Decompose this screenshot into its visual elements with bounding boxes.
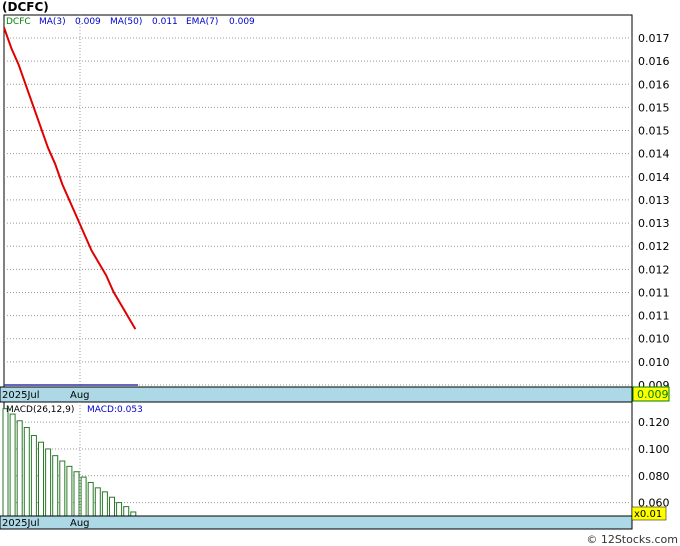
price-axis-labels: 0.017 0.016 0.016 0.015 0.015 0.014 0.014 0.013…: [638, 32, 670, 392]
macd-bar: [130, 511, 137, 517]
x-label-aug: Aug: [70, 390, 90, 401]
stock-chart: 0.017 0.016 0.016 0.015 0.015 0.014 0.014 0.013…: [0, 14, 670, 530]
macd-bar: [30, 435, 37, 517]
legend-ma50-value: 0.011: [152, 17, 178, 27]
price-tick-label: 0.017: [638, 32, 670, 45]
macd-legend-label: MACD(26,12,9): [6, 405, 74, 415]
price-tick-label: 0.015: [638, 125, 670, 138]
legend-ma50-label: MA(50): [110, 17, 142, 27]
price-tick-label: 0.011: [638, 286, 670, 299]
macd-tick-label: 0.120: [638, 416, 670, 429]
legend-ema7-value: 0.009: [229, 17, 255, 27]
macd-bar: [9, 413, 16, 517]
price-x-axis-band: [0, 386, 633, 403]
legend-ma3-value: 0.009: [75, 17, 101, 27]
legend-ema7-label: EMA(7): [186, 17, 218, 27]
price-tick-label: 0.013: [638, 217, 670, 230]
macd-bar: [59, 460, 66, 517]
macd-bar: [73, 471, 80, 517]
macd-bar: [116, 502, 123, 517]
macd-bar: [45, 448, 52, 517]
price-tick-label: 0.012: [638, 263, 670, 276]
macd-scale-value: x0.01: [634, 509, 662, 520]
macd-x-label-aug: Aug: [70, 518, 90, 529]
macd-bar: [80, 476, 87, 517]
x-label-jul: 2025Jul: [2, 390, 40, 401]
legend-ma3-label: MA(3): [39, 17, 66, 27]
macd-bar: [66, 465, 73, 517]
price-tick-label: 0.011: [638, 310, 670, 323]
macd-tick-label: 0.100: [638, 443, 670, 456]
price-tick-label: 0.015: [638, 101, 670, 114]
price-tick-label: 0.014: [638, 148, 670, 161]
macd-axis-labels: 0.1200.1000.0800.060: [638, 416, 670, 509]
current-price-value: 0.009: [637, 388, 669, 401]
price-tick-label: 0.012: [638, 240, 670, 253]
macd-bar: [38, 441, 44, 517]
macd-bar: [109, 496, 115, 517]
price-tick-label: 0.010: [638, 333, 670, 346]
macd-tick-label: 0.080: [638, 470, 670, 483]
macd-bar: [16, 420, 23, 517]
macd-x-label-jul: 2025Jul: [2, 518, 40, 529]
price-tick-label: 0.016: [638, 55, 670, 68]
price-tick-label: 0.014: [638, 171, 670, 184]
legend-ticker: DCFC: [6, 17, 31, 27]
macd-bar: [94, 487, 101, 517]
price-tick-label: 0.010: [638, 356, 670, 369]
macd-bar: [101, 491, 108, 517]
macd-x-axis-band: [0, 515, 633, 530]
macd-bar: [123, 506, 130, 517]
price-tick-label: 0.016: [638, 78, 670, 91]
macd-bar: [2, 408, 9, 517]
macd-bar: [23, 426, 30, 517]
macd-bar: [52, 455, 59, 517]
macd-bar: [87, 481, 94, 517]
price-panel: [3, 14, 633, 388]
price-tick-label: 0.013: [638, 194, 670, 207]
macd-legend-value: MACD:0.053: [87, 405, 143, 415]
credit: © 12Stocks.com: [586, 533, 678, 546]
